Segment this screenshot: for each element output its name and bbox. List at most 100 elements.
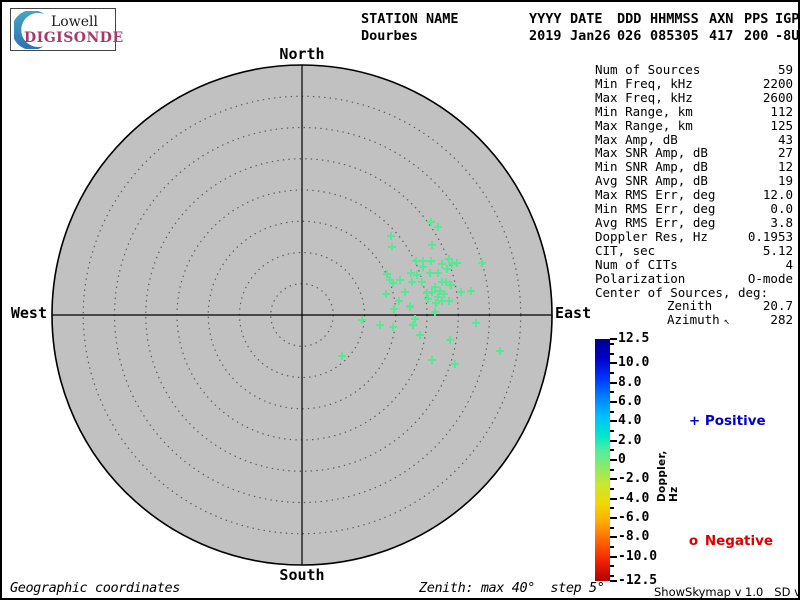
param-row: Max Amp, dB 43 [595, 131, 793, 147]
colorbar-major-tick [610, 517, 617, 520]
coordinates-mode-label: Geographic coordinates [10, 580, 181, 596]
param-value: 2200 [762, 75, 793, 91]
colorbar-minor-tick [610, 507, 614, 510]
param-value: 59 [777, 62, 793, 77]
param-value: 3.8 [770, 214, 793, 230]
colorbar-minor-tick [610, 342, 614, 345]
colorbar-minor-tick [610, 546, 614, 549]
compass-north-label: North [279, 45, 325, 63]
colorbar-major-tick [610, 420, 617, 423]
colorbar-tick-label: -8.0 [618, 529, 650, 545]
colorbar-minor-tick [610, 391, 614, 394]
param-label: Max SNR Amp, dB [595, 145, 708, 161]
colorbar-tick-label: 2.0 [618, 432, 642, 448]
doppler-colorbar [595, 339, 610, 581]
azimuth-arrow-icon: ↖ [723, 316, 730, 328]
colorbar-major-tick [610, 381, 617, 384]
colorbar-major-tick [610, 362, 617, 365]
zenith-scale-label: Zenith: max 40° step 5° [419, 580, 605, 596]
param-label: Zenith [667, 298, 713, 314]
colorbar-minor-tick [610, 575, 614, 578]
colorbar-major-tick [610, 497, 617, 500]
colorbar-tick-label: -12.5 [618, 573, 658, 588]
param-label: Max RMS Err, deg [595, 187, 716, 203]
param-row: Polarization O-mode [595, 270, 793, 286]
param-value: 5.12 [762, 242, 793, 258]
colorbar-major-tick [610, 478, 617, 481]
colorbar-major-tick [610, 338, 617, 340]
param-row: Num of CITs 4 [595, 256, 793, 272]
positive-label: Positive [704, 413, 766, 429]
colorbar-tick-label: -2.0 [618, 471, 650, 487]
param-row: Max Range, km 125 [595, 117, 793, 133]
param-value: 4 [785, 256, 793, 272]
colorbar-tick-label: -10.0 [618, 548, 658, 564]
software-version-label: ShowSkymap v 1.0 SD v 5.1 [654, 585, 798, 599]
param-label: Num of CITs [595, 256, 678, 272]
compass-east-label: East [555, 304, 592, 322]
param-value: 0.1953 [747, 228, 793, 244]
negative-label: Negative [704, 533, 774, 549]
colorbar-minor-tick [610, 468, 614, 471]
param-row: Max Freq, kHz 2600 [595, 89, 793, 105]
colorbar-minor-tick [610, 410, 614, 413]
colorbar-major-tick [610, 580, 617, 582]
param-value: 12 [777, 159, 793, 175]
positive-doppler-legend: + Positive [670, 397, 766, 445]
colorbar-minor-tick [610, 429, 614, 432]
param-row: Center of Sources, deg: [595, 284, 793, 300]
param-value: 125 [770, 117, 793, 133]
colorbar-minor-tick [610, 565, 614, 568]
plus-marker-icon: + [688, 413, 701, 429]
param-label: CIT, sec [595, 242, 656, 258]
param-row: Zenith 20.7 [595, 299, 793, 313]
param-label: Center of Sources, deg: [595, 284, 769, 300]
colorbar-tick-label: 6.0 [618, 393, 642, 409]
param-row: Min SNR Amp, dB 12 [595, 160, 793, 174]
param-row: Avg RMS Err, deg 3.8 [595, 216, 793, 230]
param-label: Avg RMS Err, deg [595, 214, 716, 230]
colorbar-tick-label: -4.0 [618, 490, 650, 506]
colorbar-minor-tick [610, 352, 614, 355]
colorbar-tick-label: 12.5 [618, 331, 650, 346]
colorbar-tick-label: 0 [618, 452, 626, 467]
param-row: Max SNR Amp, dB 27 [595, 146, 793, 160]
param-value: 12.0 [762, 187, 793, 203]
colorbar-major-tick [610, 400, 617, 403]
colorbar-tick-label: 4.0 [618, 413, 642, 429]
param-value: 19 [777, 173, 793, 189]
param-row: Num of Sources 59 [595, 63, 793, 77]
param-label: Max Freq, kHz [595, 89, 693, 105]
param-label: Max Range, km [595, 117, 693, 133]
param-list: Num of Sources 59 Min Freq, kHz 2200 Max Fre… [595, 63, 793, 329]
colorbar-major-tick [610, 536, 617, 539]
param-label: Num of Sources [595, 62, 701, 77]
param-value: 0.0 [770, 201, 793, 217]
param-label: Min RMS Err, deg [595, 201, 716, 217]
param-value: 27 [777, 145, 793, 161]
param-label: Azimuth ↖ [667, 312, 730, 328]
compass-west-label: West [10, 304, 47, 322]
colorbar-major-tick [610, 555, 617, 558]
param-row: Min RMS Err, deg 0.0 [595, 202, 793, 216]
param-row: Max RMS Err, deg 12.0 [595, 188, 793, 202]
param-value: 2600 [762, 89, 793, 105]
circle-marker-icon: o [688, 533, 699, 549]
showskymap-window: Lowell DIGISONDE STATION NAME Dourbes YYYY… [0, 0, 800, 600]
param-label: Max Amp, dB [595, 131, 678, 147]
colorbar-major-tick [610, 439, 617, 442]
negative-doppler-legend: o Negative [670, 517, 773, 565]
colorbar-tick-label: 8.0 [618, 374, 642, 390]
param-row: Min Freq, kHz 2200 [595, 77, 793, 91]
colorbar-tick-label: 10.0 [618, 355, 650, 371]
param-label: Avg SNR Amp, dB [595, 173, 708, 189]
colorbar-minor-tick [610, 526, 614, 529]
param-value: 43 [777, 131, 793, 147]
param-row: Azimuth ↖ 282 [595, 313, 793, 329]
param-value: O-mode [747, 270, 793, 286]
param-label: Min SNR Amp, dB [595, 159, 708, 175]
param-label: Min Range, km [595, 103, 693, 119]
colorbar-minor-tick [610, 449, 614, 452]
colorbar-tick-label: -6.0 [618, 510, 650, 526]
colorbar-minor-tick [610, 488, 614, 491]
